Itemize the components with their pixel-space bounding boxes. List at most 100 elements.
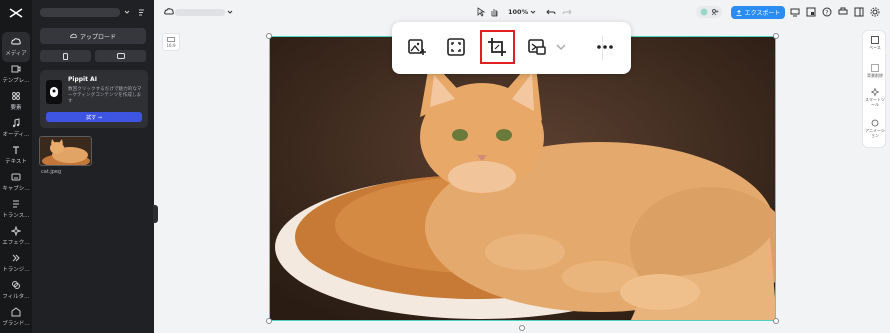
right-rail-item-base[interactable]: ベース [863,36,887,50]
more-button[interactable] [594,36,616,58]
chevron-down-icon[interactable] [530,7,536,17]
zoom-level[interactable]: 100% [508,8,528,16]
layout-icon[interactable] [806,7,816,17]
rail-label: フィルタ… [2,294,30,300]
pippit-card: Pippit AI 数回クリックするだけで魅力的なマーケティングコンテンツを作成… [40,70,148,128]
project-title-field[interactable] [175,9,225,16]
rail-item-media[interactable]: メディア [2,32,30,62]
rail-item-template[interactable]: テンプレ… [2,59,30,89]
text-icon [13,146,19,154]
fit-screen-icon [447,38,465,56]
rail-label: テキスト [5,159,27,165]
elements-icon [12,92,20,100]
rail-label: 要素 [10,105,22,111]
undo-icon[interactable] [546,7,556,17]
right-rail-item-remove-bg[interactable]: 背景削除 [863,64,887,78]
remove-bg-icon [871,64,879,72]
rail-label: トランス… [2,213,30,219]
image-add-icon [408,39,426,55]
top-bar: 100% エクスポート ? [154,0,890,24]
rail-item-brand[interactable]: ブランド… [2,302,30,332]
page-ratio-label: 16:9 [166,42,176,48]
right-rail-item-smart-tools[interactable]: スマートツール [863,88,887,107]
right-rail-item-animation[interactable]: アニメーション [863,119,887,138]
hand-icon[interactable] [489,7,499,17]
template-icon [11,65,21,73]
collaborator-avatar[interactable] [696,6,722,18]
svg-text:?: ? [825,9,828,16]
effects-icon [11,226,21,236]
drive-upload-button[interactable] [95,50,146,62]
rail-label: エフェク… [2,240,30,246]
rail-label: テンプレ… [2,78,30,84]
replace-button[interactable] [526,36,548,58]
more-options-dropdown[interactable] [554,36,568,58]
left-rail: メディア テンプレ… 要素 オーディ… テキスト キャプシ… トランス… エフェ… [0,0,32,333]
help-icon[interactable]: ? [822,7,832,17]
canvas-image[interactable] [269,36,776,321]
export-label: エクスポート [744,10,781,17]
rotate-handle[interactable] [519,325,525,331]
rail-label: キャプシ… [2,186,30,192]
print-icon[interactable] [838,7,848,17]
resize-handle-top-right[interactable] [773,33,779,39]
rail-item-transcript[interactable]: トランス… [2,194,30,224]
rail-label: ブランド… [2,321,30,327]
base-icon [871,36,879,44]
upload-button[interactable]: アップロード [40,28,146,44]
phone-upload-button[interactable] [40,50,91,62]
chevron-down-icon[interactable] [227,7,233,17]
panel-toggle-icon[interactable] [854,7,864,17]
audio-icon [12,118,20,128]
user-icon [700,8,708,16]
rail-label: メディア [5,51,27,57]
brand-icon [11,307,21,317]
export-button[interactable]: エクスポート [731,6,785,19]
transition-icon [12,254,20,262]
pippit-description: 数回クリックするだけで魅力的なマーケティングコンテンツを作成します [68,87,142,104]
rail-item-elements[interactable]: 要素 [2,86,30,116]
resize-handle-bottom-left[interactable] [266,318,272,324]
chevron-down-icon [556,44,566,51]
rail-item-caption[interactable]: キャプシ… [2,167,30,197]
pippit-title: Pippit AI [68,76,97,83]
cat-photo [270,37,775,320]
drive-icon [116,53,125,59]
right-rail: ベース 背景削除 スマートツール アニメーション [862,30,886,148]
add-user-icon [711,9,719,16]
monitor-icon[interactable] [790,7,800,17]
try-button[interactable]: 試す → [46,112,142,122]
redo-icon[interactable] [562,7,572,17]
replace-icon [528,39,546,55]
resize-handle-bottom-right[interactable] [773,318,779,324]
smart-tools-icon [871,88,879,96]
rail-item-audio[interactable]: オーディ… [2,113,30,143]
rail-item-transition[interactable]: トランジ… [2,248,30,278]
media-thumbnail[interactable] [39,136,92,166]
media-cloud-icon [11,38,21,45]
pointer-icon[interactable] [476,7,486,17]
sort-icon[interactable] [138,9,145,16]
page-ratio-chip[interactable]: 16:9 [162,33,180,51]
media-file-name: cat.jpeg [41,169,62,175]
animation-icon [871,119,879,127]
right-rail-label: ベース [869,45,881,50]
phone-icon [63,52,68,60]
pippit-logo [46,80,62,104]
caption-icon [11,173,21,181]
fit-screen-button[interactable] [445,36,467,58]
cat-thumbnail-image [40,137,91,165]
rail-item-text[interactable]: テキスト [2,140,30,170]
rail-item-effects[interactable]: エフェク… [2,221,30,251]
panel-collapse-handle[interactable] [153,205,158,223]
cloud-upload-icon [70,33,77,38]
right-rail-label: 背景削除 [867,73,883,78]
resize-handle-top-left[interactable] [266,33,272,39]
image-add-button[interactable] [406,36,428,58]
gear-icon[interactable] [870,7,880,17]
rail-item-filter[interactable]: フィルタ… [2,275,30,305]
crop-highlight [480,30,515,64]
chevron-down-icon[interactable] [124,10,130,15]
capcut-logo [9,8,23,18]
project-name-field[interactable] [40,8,120,17]
